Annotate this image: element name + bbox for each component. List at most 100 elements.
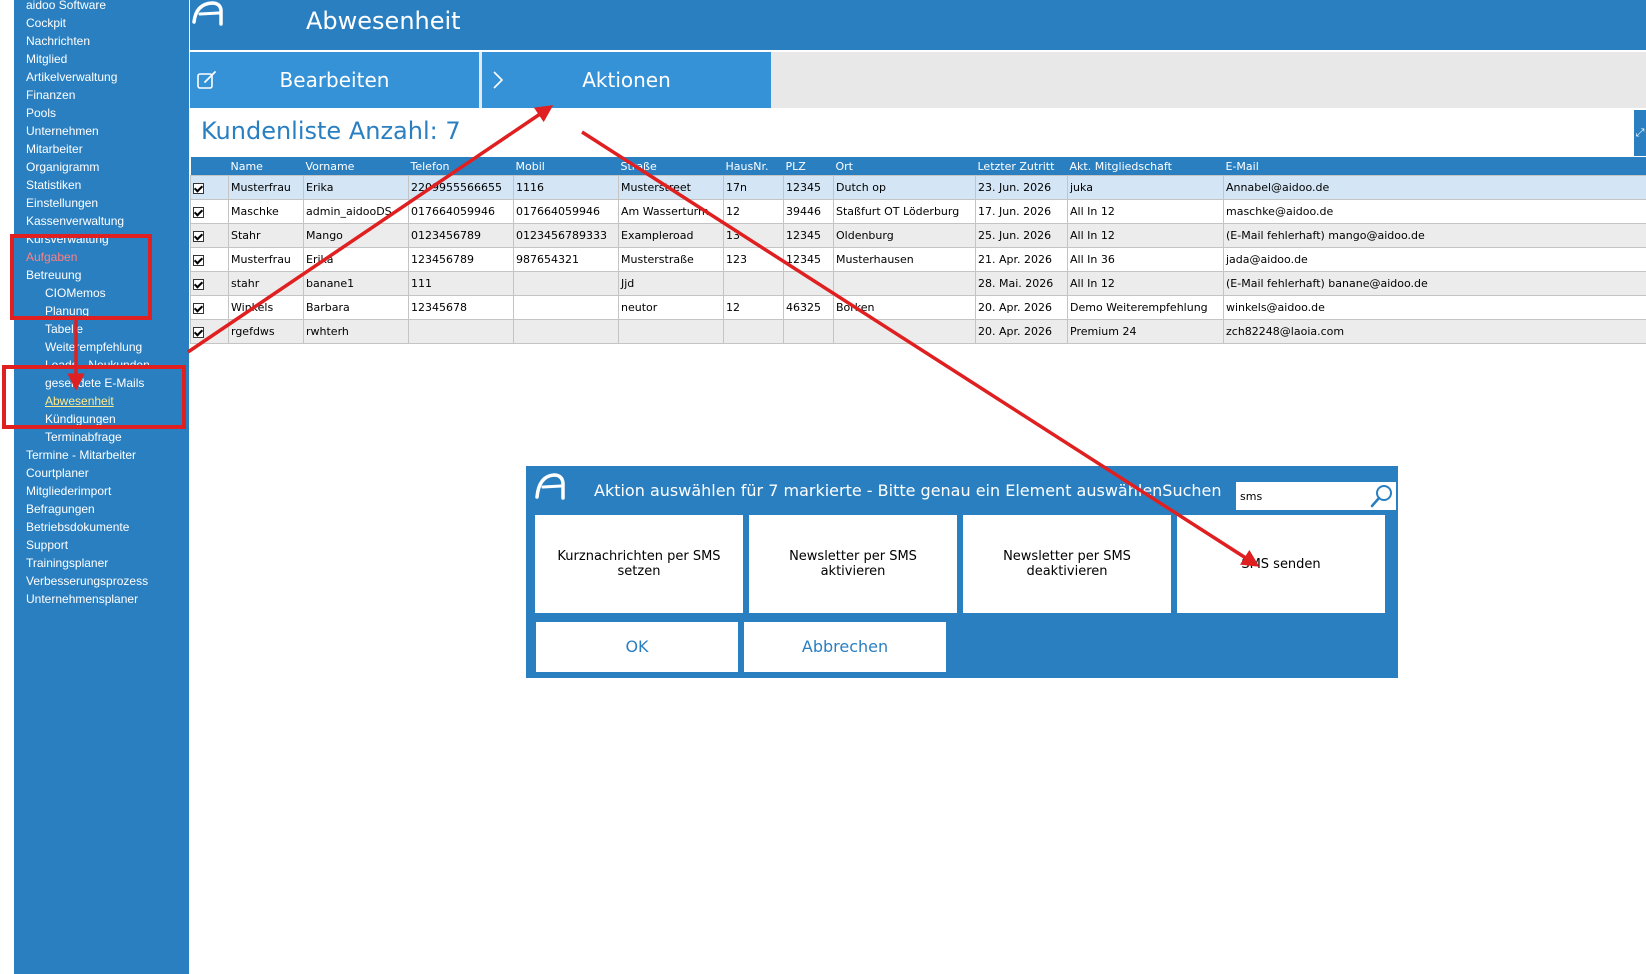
table-cell: 0123456789333: [513, 223, 619, 248]
table-row[interactable]: rgefdws rwhterh 20. Apr. 2026 Premium 24 zch…: [190, 319, 1646, 344]
table-cell: [723, 319, 784, 344]
customer-table: Name Vorname Telefon Mobil Straße HausNr. PLZ O…: [190, 157, 1646, 344]
table-cell: Musterstreet: [618, 175, 724, 200]
row-checkbox[interactable]: [193, 254, 204, 266]
table-cell: banane1: [303, 271, 409, 296]
table-cell: 20. Apr. 2026: [975, 319, 1068, 344]
row-checkbox[interactable]: [193, 206, 204, 218]
table-cell: 987654321: [513, 247, 619, 272]
sidebar-item[interactable]: Termine - Mitarbeiter: [26, 448, 136, 462]
sidebar-item[interactable]: Artikelverwaltung: [26, 70, 117, 84]
table-row[interactable]: Musterfrau Erika 2209955566655 1116 Musterst…: [190, 175, 1646, 200]
column-header[interactable]: PLZ: [783, 157, 834, 176]
sidebar-item[interactable]: Organigramm: [26, 160, 99, 174]
aidoo-logo-icon: [192, 1, 223, 26]
table-cell: 13: [723, 223, 784, 248]
sidebar-item[interactable]: Mitarbeiter: [26, 142, 83, 156]
column-header[interactable]: E-Mail: [1223, 157, 1646, 176]
sidebar-item[interactable]: Kassenverwaltung: [26, 214, 124, 228]
sidebar-item[interactable]: Statistiken: [26, 178, 81, 192]
row-checkbox[interactable]: [193, 278, 204, 290]
table-cell: 20. Apr. 2026: [975, 295, 1068, 320]
table-cell: stahr: [228, 271, 304, 296]
search-icon[interactable]: [1368, 482, 1396, 510]
table-cell: 17. Jun. 2026: [975, 199, 1068, 224]
table-cell: (E-Mail fehlerhaft) mango@aidoo.de: [1223, 223, 1646, 248]
option-newsletter-sms-aktivieren[interactable]: Newsletter per SMS aktivieren: [748, 514, 958, 614]
sidebar-item[interactable]: Unternehmensplaner: [26, 592, 138, 606]
sidebar-item[interactable]: aidoo Software: [26, 0, 106, 12]
table-cell: Musterstraße: [618, 247, 724, 272]
row-checkbox[interactable]: [193, 230, 204, 242]
option-newsletter-sms-deaktivieren[interactable]: Newsletter per SMS deaktivieren: [962, 514, 1172, 614]
column-header[interactable]: Mobil: [513, 157, 619, 176]
table-cell: 25. Jun. 2026: [975, 223, 1068, 248]
table-row[interactable]: Winkels Barbara 12345678 neutor 12 46325 Borke…: [190, 295, 1646, 320]
column-header[interactable]: Straße: [618, 157, 724, 176]
sidebar-item[interactable]: Befragungen: [26, 502, 95, 516]
sidebar-item[interactable]: Cockpit: [26, 16, 66, 30]
table-cell: 12: [723, 295, 784, 320]
table-cell: [723, 271, 784, 296]
column-header[interactable]: Akt. Mitgliedschaft: [1067, 157, 1224, 176]
sidebar-item[interactable]: Support: [26, 538, 68, 552]
cancel-button[interactable]: Abbrechen: [744, 622, 946, 672]
sidebar-item[interactable]: Betriebsdokumente: [26, 520, 129, 534]
sidebar-item[interactable]: Weiterempfehlung: [45, 340, 142, 354]
table-cell: Annabel@aidoo.de: [1223, 175, 1646, 200]
sidebar-item[interactable]: Pools: [26, 106, 56, 120]
sidebar-item[interactable]: Trainingsplaner: [26, 556, 108, 570]
table-cell: Stahr: [228, 223, 304, 248]
chevron-right-icon: [493, 71, 504, 89]
column-header[interactable]: HausNr.: [723, 157, 784, 176]
column-header[interactable]: Telefon: [408, 157, 514, 176]
column-header[interactable]: [190, 157, 229, 176]
sidebar-item[interactable]: Einstellungen: [26, 196, 98, 210]
table-cell: rwhterh: [303, 319, 409, 344]
table-row[interactable]: stahr banane1 111 Jjd 28. Mai. 2026 All In 12…: [190, 271, 1646, 296]
table-cell: Am Wasserturm: [618, 199, 724, 224]
row-checkbox-cell: [190, 175, 229, 200]
option-sms-senden[interactable]: SMS senden: [1176, 514, 1386, 614]
row-checkbox-cell: [190, 271, 229, 296]
table-cell: Barbara: [303, 295, 409, 320]
sidebar-item[interactable]: Mitgliederimport: [26, 484, 111, 498]
ok-button[interactable]: OK: [536, 622, 738, 672]
row-checkbox[interactable]: [193, 302, 204, 314]
row-checkbox-cell: [190, 223, 229, 248]
column-header[interactable]: Vorname: [303, 157, 409, 176]
table-cell: jada@aidoo.de: [1223, 247, 1646, 272]
sidebar-item[interactable]: Tabelle: [45, 322, 83, 336]
table-cell: admin_aidooDS: [303, 199, 409, 224]
table-cell: 12345678: [408, 295, 514, 320]
option-kurznachrichten-sms-setzen[interactable]: Kurznachrichten per SMS setzen: [534, 514, 744, 614]
row-checkbox[interactable]: [193, 182, 204, 194]
table-row[interactable]: Stahr Mango 0123456789 0123456789333 Example…: [190, 223, 1646, 248]
expand-icon[interactable]: ⤢: [1634, 110, 1646, 156]
sidebar-item[interactable]: Terminabfrage: [45, 430, 122, 444]
column-header[interactable]: Ort: [833, 157, 976, 176]
row-checkbox[interactable]: [193, 326, 204, 338]
column-header[interactable]: Letzter Zutritt: [975, 157, 1068, 176]
edit-button[interactable]: Bearbeiten: [190, 52, 479, 108]
table-cell: Maschke: [228, 199, 304, 224]
table-header: Name Vorname Telefon Mobil Straße HausNr. PLZ O…: [190, 157, 1646, 176]
actions-button[interactable]: Aktionen: [482, 52, 771, 108]
dialog-title: Aktion auswählen für 7 markierte - Bitte…: [594, 481, 1222, 501]
table-cell: 12: [723, 199, 784, 224]
table-cell: 1116: [513, 175, 619, 200]
sidebar-item[interactable]: Mitglied: [26, 52, 67, 66]
table-cell: All In 12: [1067, 271, 1224, 296]
sidebar-item[interactable]: Finanzen: [26, 88, 75, 102]
sidebar-item[interactable]: Unternehmen: [26, 124, 99, 138]
table-cell: Dutch op: [833, 175, 976, 200]
sidebar-item[interactable]: Nachrichten: [26, 34, 90, 48]
sidebar-item[interactable]: Verbesserungsprozess: [26, 574, 148, 588]
dialog-title-text: Aktion auswählen für 7 markierte - Bitte…: [594, 481, 1163, 500]
table-row[interactable]: Musterfrau Erika 123456789 987654321 Musters…: [190, 247, 1646, 272]
column-header[interactable]: Name: [228, 157, 304, 176]
table-row[interactable]: Maschke admin_aidooDS 017664059946 01766405…: [190, 199, 1646, 224]
table-cell: 12345: [783, 175, 834, 200]
sidebar-item[interactable]: Courtplaner: [26, 466, 89, 480]
table-cell: 12345: [783, 223, 834, 248]
